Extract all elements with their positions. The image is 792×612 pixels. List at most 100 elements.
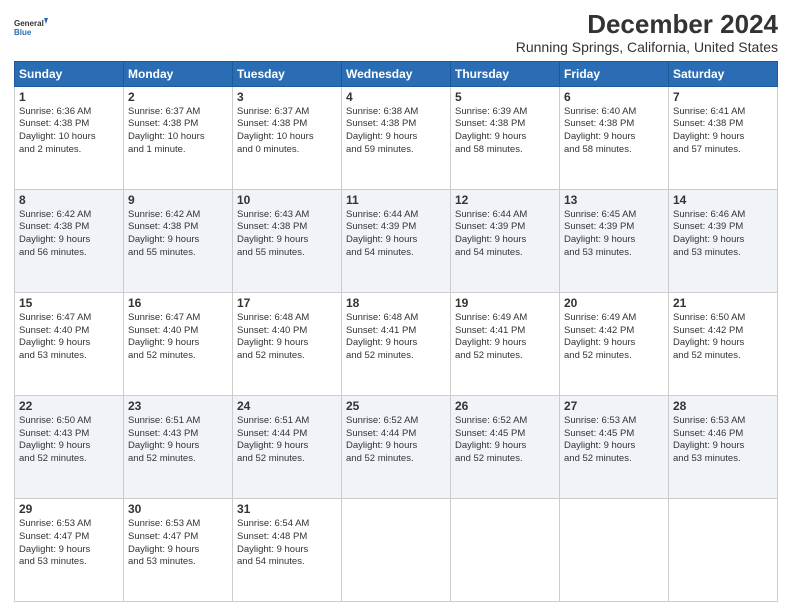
day-number: 2 xyxy=(128,90,228,104)
day-number: 28 xyxy=(673,399,773,413)
day-number: 9 xyxy=(128,193,228,207)
day-info: Sunrise: 6:44 AMSunset: 4:39 PMDaylight:… xyxy=(346,209,446,260)
day-number: 10 xyxy=(237,193,337,207)
day-number: 25 xyxy=(346,399,446,413)
calendar-day-cell: 25 Sunrise: 6:52 AMSunset: 4:44 PMDayligh… xyxy=(342,395,451,498)
day-info: Sunrise: 6:54 AMSunset: 4:48 PMDaylight:… xyxy=(237,518,337,569)
day-info: Sunrise: 6:41 AMSunset: 4:38 PMDaylight:… xyxy=(673,106,773,157)
day-number: 4 xyxy=(346,90,446,104)
calendar-day-cell: 4Sunrise: 6:38 AMSunset: 4:38 PMDaylight… xyxy=(342,86,451,189)
calendar-day-cell: 27 Sunrise: 6:53 AMSunset: 4:45 PMDayligh… xyxy=(560,395,669,498)
calendar-day-cell: 7 Sunrise: 6:41 AMSunset: 4:38 PMDaylight… xyxy=(669,86,778,189)
calendar-day-cell xyxy=(669,498,778,601)
day-info: Sunrise: 6:47 AMSunset: 4:40 PMDaylight:… xyxy=(19,312,119,363)
calendar-day-cell: 23Sunrise: 6:51 AMSunset: 4:43 PMDayligh… xyxy=(124,395,233,498)
day-number: 15 xyxy=(19,296,119,310)
calendar-day-cell: 22 Sunrise: 6:50 AMSunset: 4:43 PMDayligh… xyxy=(15,395,124,498)
calendar-day-cell: 26Sunrise: 6:52 AMSunset: 4:45 PMDayligh… xyxy=(451,395,560,498)
calendar-day-cell xyxy=(342,498,451,601)
calendar-day-cell: 13Sunrise: 6:45 AMSunset: 4:39 PMDayligh… xyxy=(560,189,669,292)
calendar-day-cell: 1 Sunrise: 6:36 AMSunset: 4:38 PMDaylight… xyxy=(15,86,124,189)
day-info: Sunrise: 6:49 AMSunset: 4:42 PMDaylight:… xyxy=(564,312,664,363)
calendar-week-row: 22 Sunrise: 6:50 AMSunset: 4:43 PMDayligh… xyxy=(15,395,778,498)
day-number: 14 xyxy=(673,193,773,207)
calendar-day-header: Friday xyxy=(560,61,669,86)
day-number: 18 xyxy=(346,296,446,310)
day-number: 30 xyxy=(128,502,228,516)
svg-text:Blue: Blue xyxy=(14,28,32,37)
calendar-day-cell: 3 Sunrise: 6:37 AMSunset: 4:38 PMDaylight… xyxy=(233,86,342,189)
calendar-day-cell: 9Sunrise: 6:42 AMSunset: 4:38 PMDaylight… xyxy=(124,189,233,292)
calendar-day-cell: 19Sunrise: 6:49 AMSunset: 4:41 PMDayligh… xyxy=(451,292,560,395)
calendar-day-header: Wednesday xyxy=(342,61,451,86)
day-number: 1 xyxy=(19,90,119,104)
day-info: Sunrise: 6:37 AMSunset: 4:38 PMDaylight:… xyxy=(128,106,228,157)
day-info: Sunrise: 6:46 AMSunset: 4:39 PMDaylight:… xyxy=(673,209,773,260)
calendar-day-cell: 18Sunrise: 6:48 AMSunset: 4:41 PMDayligh… xyxy=(342,292,451,395)
title-block: December 2024 Running Springs, Californi… xyxy=(516,10,778,55)
day-number: 8 xyxy=(19,193,119,207)
calendar-day-cell: 20Sunrise: 6:49 AMSunset: 4:42 PMDayligh… xyxy=(560,292,669,395)
calendar-day-cell: 2 Sunrise: 6:37 AMSunset: 4:38 PMDaylight… xyxy=(124,86,233,189)
day-info: Sunrise: 6:52 AMSunset: 4:44 PMDaylight:… xyxy=(346,415,446,466)
day-number: 11 xyxy=(346,193,446,207)
day-number: 17 xyxy=(237,296,337,310)
calendar-day-cell: 12 Sunrise: 6:44 AMSunset: 4:39 PMDayligh… xyxy=(451,189,560,292)
calendar-day-cell: 6Sunrise: 6:40 AMSunset: 4:38 PMDaylight… xyxy=(560,86,669,189)
calendar-day-header: Saturday xyxy=(669,61,778,86)
calendar-week-row: 8 Sunrise: 6:42 AMSunset: 4:38 PMDaylight… xyxy=(15,189,778,292)
day-number: 22 xyxy=(19,399,119,413)
calendar-header-row: SundayMondayTuesdayWednesdayThursdayFrid… xyxy=(15,61,778,86)
calendar-day-cell: 29 Sunrise: 6:53 AMSunset: 4:47 PMDayligh… xyxy=(15,498,124,601)
day-info: Sunrise: 6:51 AMSunset: 4:43 PMDaylight:… xyxy=(128,415,228,466)
day-info: Sunrise: 6:42 AMSunset: 4:38 PMDaylight:… xyxy=(19,209,119,260)
calendar-table: SundayMondayTuesdayWednesdayThursdayFrid… xyxy=(14,61,778,602)
day-info: Sunrise: 6:50 AMSunset: 4:43 PMDaylight:… xyxy=(19,415,119,466)
day-number: 7 xyxy=(673,90,773,104)
calendar-day-cell: 30Sunrise: 6:53 AMSunset: 4:47 PMDayligh… xyxy=(124,498,233,601)
day-info: Sunrise: 6:48 AMSunset: 4:40 PMDaylight:… xyxy=(237,312,337,363)
calendar-day-header: Monday xyxy=(124,61,233,86)
page-title: December 2024 xyxy=(516,10,778,39)
day-number: 19 xyxy=(455,296,555,310)
logo-svg: General Blue xyxy=(14,10,48,44)
calendar-day-cell: 21Sunrise: 6:50 AMSunset: 4:42 PMDayligh… xyxy=(669,292,778,395)
day-info: Sunrise: 6:39 AMSunset: 4:38 PMDaylight:… xyxy=(455,106,555,157)
day-number: 29 xyxy=(19,502,119,516)
calendar-day-cell xyxy=(560,498,669,601)
day-info: Sunrise: 6:43 AMSunset: 4:38 PMDaylight:… xyxy=(237,209,337,260)
calendar-day-cell: 31 Sunrise: 6:54 AMSunset: 4:48 PMDayligh… xyxy=(233,498,342,601)
day-number: 3 xyxy=(237,90,337,104)
day-number: 5 xyxy=(455,90,555,104)
day-info: Sunrise: 6:53 AMSunset: 4:45 PMDaylight:… xyxy=(564,415,664,466)
day-info: Sunrise: 6:47 AMSunset: 4:40 PMDaylight:… xyxy=(128,312,228,363)
day-number: 21 xyxy=(673,296,773,310)
day-number: 24 xyxy=(237,399,337,413)
day-info: Sunrise: 6:36 AMSunset: 4:38 PMDaylight:… xyxy=(19,106,119,157)
day-number: 26 xyxy=(455,399,555,413)
day-number: 31 xyxy=(237,502,337,516)
calendar-day-cell: 10 Sunrise: 6:43 AMSunset: 4:38 PMDayligh… xyxy=(233,189,342,292)
calendar-day-cell: 14 Sunrise: 6:46 AMSunset: 4:39 PMDayligh… xyxy=(669,189,778,292)
calendar-week-row: 15 Sunrise: 6:47 AMSunset: 4:40 PMDayligh… xyxy=(15,292,778,395)
calendar-day-cell: 11 Sunrise: 6:44 AMSunset: 4:39 PMDayligh… xyxy=(342,189,451,292)
day-number: 13 xyxy=(564,193,664,207)
day-info: Sunrise: 6:44 AMSunset: 4:39 PMDaylight:… xyxy=(455,209,555,260)
calendar-day-header: Thursday xyxy=(451,61,560,86)
page: General Blue December 2024 Running Sprin… xyxy=(0,0,792,612)
calendar-day-cell: 15 Sunrise: 6:47 AMSunset: 4:40 PMDayligh… xyxy=(15,292,124,395)
day-number: 16 xyxy=(128,296,228,310)
calendar-day-cell: 24 Sunrise: 6:51 AMSunset: 4:44 PMDayligh… xyxy=(233,395,342,498)
day-info: Sunrise: 6:53 AMSunset: 4:47 PMDaylight:… xyxy=(19,518,119,569)
calendar-day-cell: 5 Sunrise: 6:39 AMSunset: 4:38 PMDaylight… xyxy=(451,86,560,189)
header: General Blue December 2024 Running Sprin… xyxy=(14,10,778,55)
calendar-day-cell xyxy=(451,498,560,601)
calendar-day-cell: 17 Sunrise: 6:48 AMSunset: 4:40 PMDayligh… xyxy=(233,292,342,395)
day-info: Sunrise: 6:37 AMSunset: 4:38 PMDaylight:… xyxy=(237,106,337,157)
day-info: Sunrise: 6:51 AMSunset: 4:44 PMDaylight:… xyxy=(237,415,337,466)
calendar-week-row: 1 Sunrise: 6:36 AMSunset: 4:38 PMDaylight… xyxy=(15,86,778,189)
day-number: 6 xyxy=(564,90,664,104)
day-number: 27 xyxy=(564,399,664,413)
day-number: 12 xyxy=(455,193,555,207)
logo: General Blue xyxy=(14,10,48,44)
